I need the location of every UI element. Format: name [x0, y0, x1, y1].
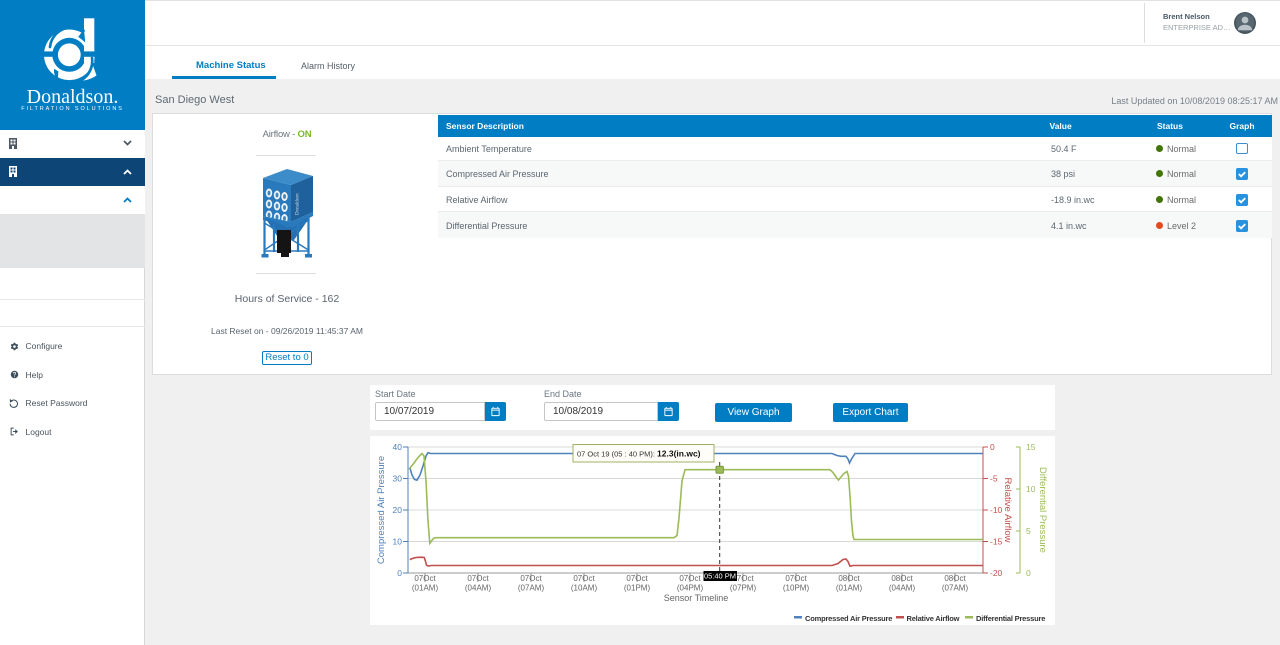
svg-text:08Oct: 08Oct — [838, 574, 860, 583]
svg-text:(07AM): (07AM) — [518, 584, 545, 593]
svg-text:(07AM): (07AM) — [942, 584, 969, 593]
svg-text:-15: -15 — [990, 537, 1003, 547]
svg-text:(07PM): (07PM) — [730, 584, 757, 593]
svg-text:Compressed Air Pressure: Compressed Air Pressure — [805, 614, 892, 623]
svg-text:07Oct: 07Oct — [520, 574, 542, 583]
svg-text:30: 30 — [393, 474, 403, 484]
svg-text:(04AM): (04AM) — [889, 584, 916, 593]
svg-text:(04PM): (04PM) — [677, 584, 704, 593]
svg-text:07Oct: 07Oct — [785, 574, 807, 583]
svg-text:-10: -10 — [990, 505, 1003, 515]
svg-text:10: 10 — [1026, 484, 1036, 494]
svg-text:08Oct: 08Oct — [891, 574, 913, 583]
svg-text:(10PM): (10PM) — [783, 584, 810, 593]
svg-text:15: 15 — [1026, 442, 1036, 452]
svg-text:-20: -20 — [990, 568, 1003, 578]
svg-text:Differential Pressure: Differential Pressure — [976, 614, 1045, 623]
svg-text:Relative Airflow: Relative Airflow — [907, 614, 960, 623]
svg-text:07 Oct 19 (05 : 40 PM): 12.3(i: 07 Oct 19 (05 : 40 PM): 12.3(in.wc) — [577, 449, 701, 459]
svg-text:07Oct: 07Oct — [679, 574, 701, 583]
svg-text:Donaldson: Donaldson — [296, 193, 301, 215]
svg-text:07Oct: 07Oct — [467, 574, 489, 583]
svg-text:0: 0 — [397, 568, 402, 578]
svg-text:(10AM): (10AM) — [571, 584, 598, 593]
svg-text:Compressed Air Pressure: Compressed Air Pressure — [376, 456, 387, 564]
svg-text:Differential Pressure: Differential Pressure — [1037, 467, 1048, 553]
svg-text:(04AM): (04AM) — [465, 584, 492, 593]
svg-text:Sensor Timeline: Sensor Timeline — [664, 593, 729, 603]
svg-text:(01AM): (01AM) — [412, 584, 439, 593]
svg-text:10: 10 — [393, 537, 403, 547]
svg-text:(01AM): (01AM) — [836, 584, 863, 593]
svg-text:0: 0 — [1026, 568, 1031, 578]
svg-text:-5: -5 — [990, 474, 998, 484]
svg-text:0: 0 — [990, 442, 995, 452]
svg-text:(01PM): (01PM) — [624, 584, 651, 593]
svg-text:5: 5 — [1026, 526, 1031, 536]
svg-text:Relative Airflow: Relative Airflow — [1002, 478, 1013, 543]
svg-text:07Oct: 07Oct — [626, 574, 648, 583]
svg-text:08Oct: 08Oct — [944, 574, 966, 583]
svg-text:05:40 PM: 05:40 PM — [704, 572, 736, 581]
svg-text:07Oct: 07Oct — [414, 574, 436, 583]
svg-text:07Oct: 07Oct — [573, 574, 595, 583]
svg-text:40: 40 — [393, 442, 403, 452]
svg-text:20: 20 — [393, 505, 403, 515]
